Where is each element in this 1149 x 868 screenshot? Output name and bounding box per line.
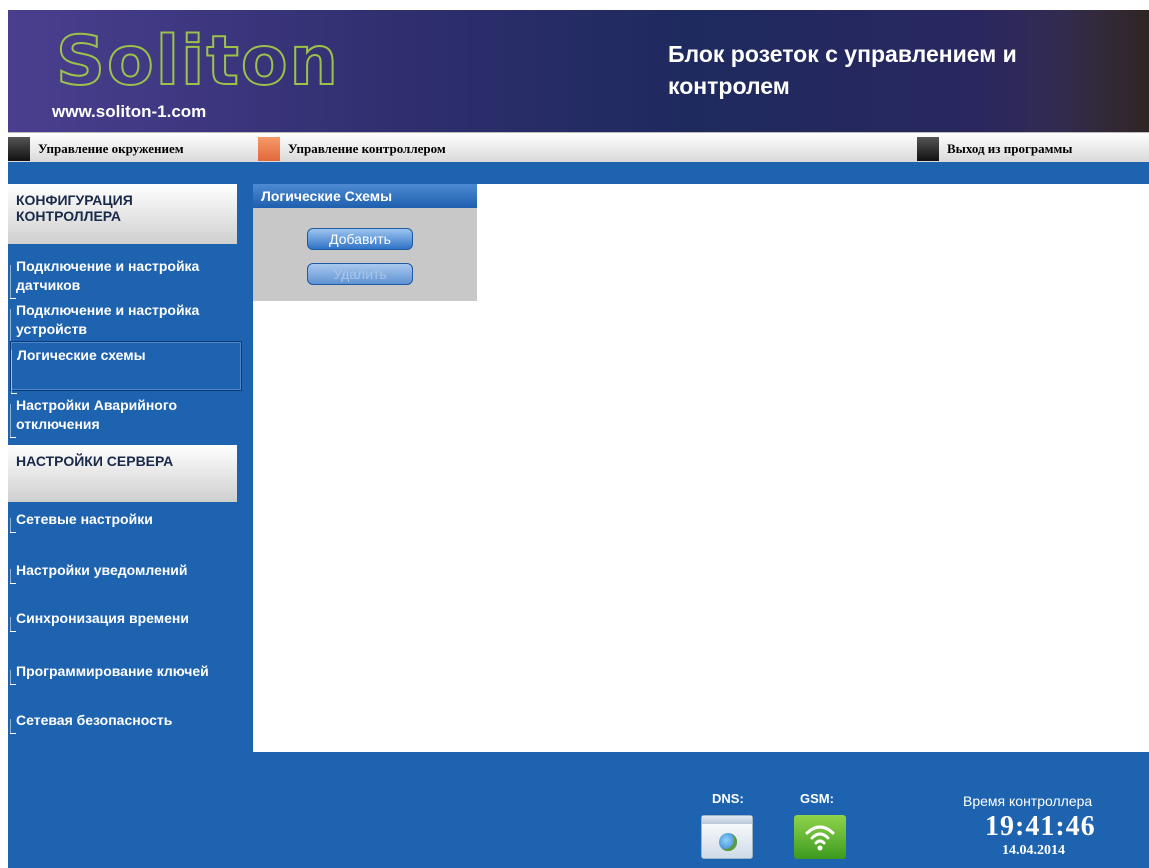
globe-icon xyxy=(719,833,737,851)
controller-time-label: Время контроллера xyxy=(963,793,1093,809)
delete-button[interactable]: Удалить xyxy=(307,263,413,285)
top-menubar: Управление окружением Управление контрол… xyxy=(8,132,1149,164)
wifi-signal-icon xyxy=(805,825,835,851)
sidebar-item-emergency-shutdown[interactable]: Настройки Аварийного отключения xyxy=(10,396,242,438)
site-url: www.soliton-1.com xyxy=(52,102,207,121)
soliton-logo: Soliton www.soliton-1.com xyxy=(8,10,339,132)
sidebar-item-devices[interactable]: Подключение и настройка устройств xyxy=(10,301,242,343)
page-title: Блок розеток с управлением и контролем xyxy=(668,41,1017,99)
panel-title: Логические Схемы xyxy=(253,184,477,208)
orange-square-icon xyxy=(258,137,280,161)
sidebar-item-time-sync[interactable]: Синхронизация времени xyxy=(10,609,242,632)
dark-square-icon xyxy=(917,137,939,161)
menu-label: Управление контроллером xyxy=(288,141,446,156)
dark-square-icon xyxy=(8,137,30,161)
sidebar-item-network-security[interactable]: Сетевая безопасность xyxy=(10,711,242,734)
dns-status-icon xyxy=(701,815,753,859)
gsm-label: GSM: xyxy=(800,791,834,806)
logic-schemes-panel: Логические Схемы Добавить Удалить xyxy=(253,184,477,301)
sidebar-item-key-programming[interactable]: Программирование ключей xyxy=(10,662,242,685)
window-bar xyxy=(702,816,752,824)
controller-date: 14.04.2014 xyxy=(1002,843,1065,858)
app-header: Soliton www.soliton-1.com Блок розеток с… xyxy=(8,10,1149,132)
menu-environment-control[interactable]: Управление окружением xyxy=(8,137,184,161)
dns-label: DNS: xyxy=(712,791,744,806)
gsm-signal-icon xyxy=(794,815,846,859)
sidebar-item-notification-settings[interactable]: Настройки уведомлений xyxy=(10,561,242,584)
menu-label: Выход из программы xyxy=(947,141,1073,156)
main-content: Логические Схемы Добавить Удалить xyxy=(253,184,1149,752)
logo-wordmark: Soliton xyxy=(55,21,340,102)
sidebar-item-network-settings[interactable]: Сетевые настройки xyxy=(10,510,242,533)
sidebar-item-logic-schemes[interactable]: Логические схемы xyxy=(10,341,242,394)
sidebar-item-sensors[interactable]: Подключение и настройка датчиков xyxy=(10,257,242,299)
sidebar-section-server-settings: НАСТРОЙКИ СЕРВЕРА xyxy=(8,445,237,502)
menu-controller-control[interactable]: Управление контроллером xyxy=(258,137,446,161)
controller-time: 19:41:46 xyxy=(985,811,1096,842)
add-button[interactable]: Добавить xyxy=(307,228,413,250)
menu-exit-program[interactable]: Выход из программы xyxy=(917,137,1072,161)
menu-label: Управление окружением xyxy=(38,141,184,156)
sidebar-section-controller-config: КОНФИГУРАЦИЯ КОНТРОЛЛЕРА xyxy=(8,184,237,244)
